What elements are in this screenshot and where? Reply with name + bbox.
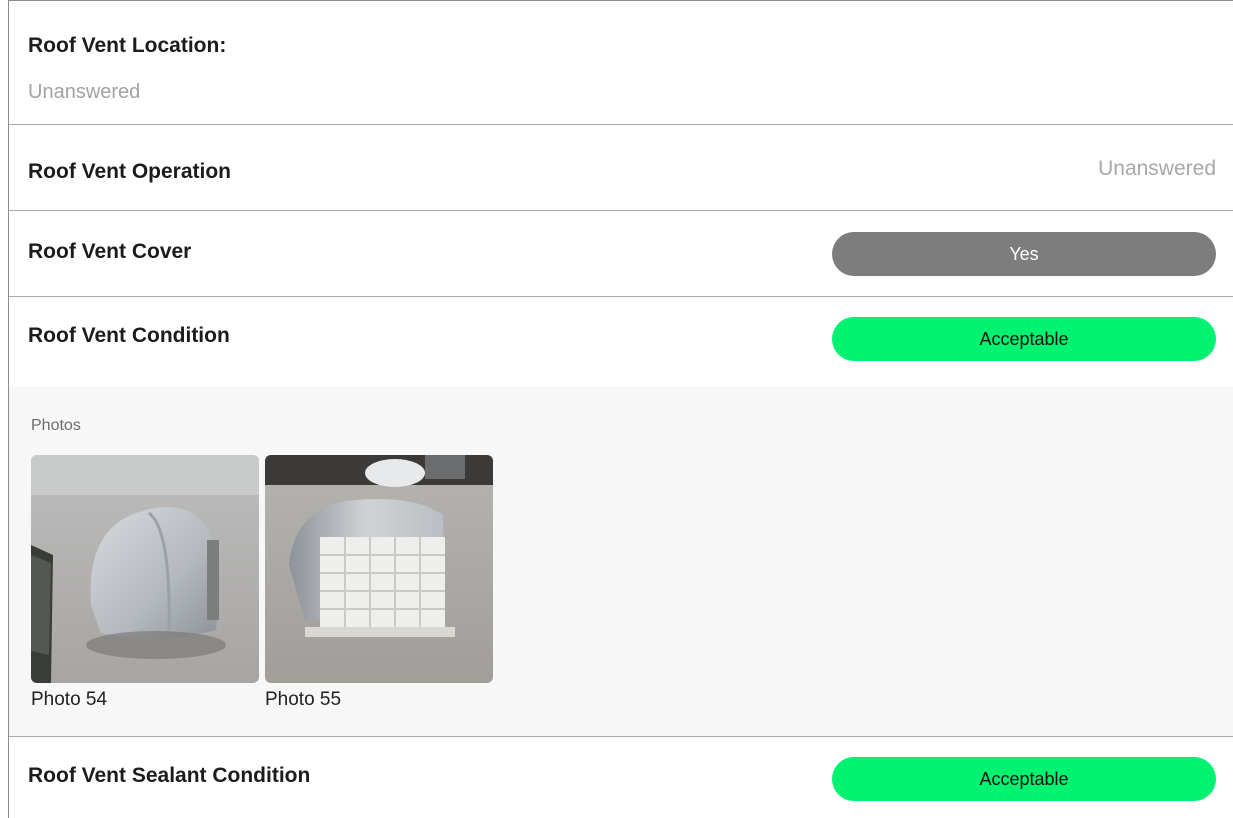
roof-vent-cover-row[interactable]: Roof Vent Cover Yes [9, 211, 1233, 297]
photos-title: Photos [31, 417, 81, 434]
photo-thumbnail-54[interactable]: Photo 54 [31, 455, 259, 711]
roof-vent-cover-label: Roof Vent Cover [28, 240, 192, 263]
roof-vent-operation-value: Unanswered [1098, 157, 1216, 180]
roof-vent-cover-answer-pill[interactable]: Yes [832, 232, 1216, 276]
roof-vent-sealant-condition-answer-pill[interactable]: Acceptable [832, 757, 1216, 801]
roof-vent-location-row[interactable]: Roof Vent Location: Unanswered [9, 1, 1233, 125]
roof-vent-operation-label: Roof Vent Operation [28, 160, 232, 183]
roof-vent-condition-label: Roof Vent Condition [28, 324, 230, 347]
roof-vent-cover-photo [31, 455, 259, 683]
roof-vent-sealant-condition-row[interactable]: Roof Vent Sealant Condition Acceptable [9, 737, 1233, 818]
roof-vent-operation-row[interactable]: Roof Vent Operation Unanswered [9, 125, 1233, 211]
roof-vent-condition-header[interactable]: Roof Vent Condition Acceptable [9, 297, 1233, 387]
roof-vent-condition-answer-pill[interactable]: Acceptable [832, 317, 1216, 361]
roof-vent-location-label: Roof Vent Location: [28, 34, 227, 57]
photo-caption-55: Photo 55 [265, 689, 342, 710]
photo-caption-54: Photo 54 [31, 689, 108, 710]
inspection-list: Roof Vent Location: Unanswered Roof Vent… [8, 0, 1233, 818]
photo-thumbnail-55[interactable]: Photo 55 [265, 455, 493, 711]
roof-vent-condition-row: Roof Vent Condition Acceptable Photos Ph… [9, 297, 1233, 737]
photos-section: Photos Photo 54 Photo 55 [9, 387, 1233, 736]
roof-vent-location-value: Unanswered [28, 81, 141, 103]
roof-vent-cover-photo [265, 455, 493, 683]
roof-vent-sealant-condition-label: Roof Vent Sealant Condition [28, 764, 311, 787]
